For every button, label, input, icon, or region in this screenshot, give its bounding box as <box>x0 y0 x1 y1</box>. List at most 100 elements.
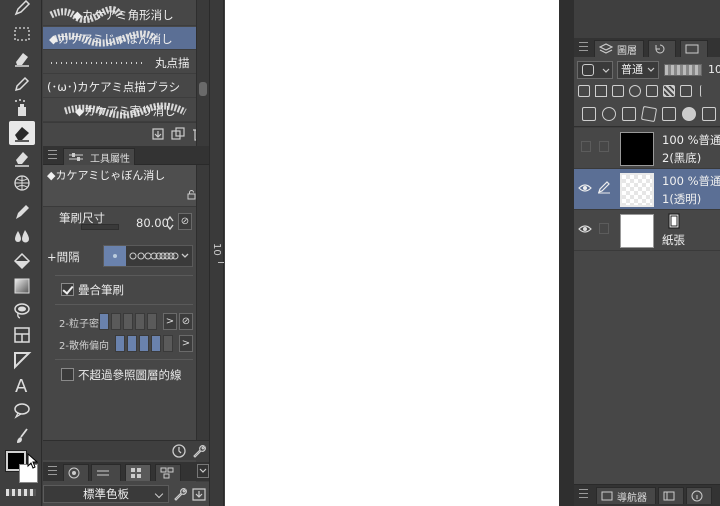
direction-selector[interactable] <box>115 335 179 352</box>
new-raster-layer-icon[interactable] <box>582 107 596 121</box>
lock-icon[interactable] <box>187 190 196 200</box>
balloon-icon[interactable] <box>9 398 35 422</box>
brush-size-stepper[interactable] <box>165 214 175 232</box>
list-item[interactable]: ◆カケアミ角形消し <box>43 3 196 26</box>
ruler-show-icon[interactable] <box>680 85 692 97</box>
list-item[interactable]: ◆カケアミ寄り消し <box>43 99 196 122</box>
canvas-background <box>559 0 574 506</box>
eraser-active-icon[interactable] <box>9 121 35 145</box>
fill-pen-icon[interactable] <box>9 200 35 224</box>
no-cross-ref-label: 不超過參照圖層的線 <box>78 368 182 382</box>
scrollbar-thumb[interactable] <box>199 82 207 96</box>
new-folder-icon[interactable] <box>622 107 636 121</box>
menu-icon[interactable] <box>579 42 588 51</box>
lock-alpha-icon[interactable] <box>646 85 658 97</box>
tab-color-set[interactable] <box>125 464 151 481</box>
density-next-button[interactable]: > <box>163 313 177 330</box>
menu-icon[interactable] <box>579 489 588 498</box>
overlap-checkbox[interactable] <box>61 283 74 296</box>
pen-icon[interactable] <box>9 0 35 20</box>
ruler-icon[interactable] <box>9 348 35 372</box>
tab-sub-view[interactable] <box>658 487 684 504</box>
new-vector-layer-icon[interactable] <box>602 107 616 121</box>
frame-icon[interactable] <box>9 323 35 347</box>
download-icon[interactable] <box>192 486 206 502</box>
marquee-icon[interactable] <box>9 22 35 46</box>
eye-icon[interactable] <box>578 224 592 234</box>
bucket-icon[interactable] <box>9 249 35 273</box>
delete-layer-icon[interactable] <box>702 107 716 121</box>
tab-history[interactable] <box>648 40 676 57</box>
tab-layer[interactable]: 圖層 <box>594 40 644 57</box>
edit-toggle[interactable] <box>599 223 609 234</box>
edit-toggle[interactable] <box>599 141 609 152</box>
drops-icon[interactable] <box>9 224 35 248</box>
tool-property-scrollbar[interactable] <box>196 165 209 460</box>
layer-row[interactable]: 100 %普通 2(黑底) <box>574 128 720 169</box>
material-icon <box>685 44 699 54</box>
spray-icon[interactable] <box>9 96 35 120</box>
density-selector[interactable] <box>99 313 163 330</box>
layer-row[interactable]: 紙張 <box>574 210 720 251</box>
pressure-toggle-button[interactable]: ⊘ <box>178 213 192 230</box>
tab-info[interactable] <box>686 487 712 504</box>
density-toggle-button[interactable]: ⊘ <box>179 313 193 330</box>
menu-icon[interactable] <box>48 466 57 475</box>
interval-selector[interactable] <box>103 245 193 267</box>
blend-mode-select[interactable]: 普通 <box>617 61 659 79</box>
list-item[interactable]: 丸点描 <box>43 51 196 74</box>
tab-navigator[interactable]: 導航器 <box>596 487 656 504</box>
layer-opacity-mode: 100 %普通 <box>662 174 720 188</box>
eraser-icon-2[interactable] <box>9 146 35 170</box>
pencil-icon[interactable] <box>9 72 35 96</box>
mask-enable-icon[interactable] <box>663 85 675 97</box>
duplicate-icon[interactable] <box>171 127 185 141</box>
palette-menu-chevron-icon[interactable] <box>197 464 209 478</box>
tab-color-slider[interactable] <box>91 464 121 481</box>
list-item-label: ◆カケアミ角形消し <box>73 8 174 22</box>
info-icon <box>691 490 703 502</box>
tab-color-wheel[interactable] <box>63 464 89 481</box>
more-icon[interactable] <box>700 85 712 97</box>
layer-color-toggle[interactable] <box>577 61 613 79</box>
brush-detail-icon[interactable] <box>171 443 187 459</box>
list-item[interactable]: (･ω･)カケアミ点描ブラシ <box>43 75 196 98</box>
transfer-down-icon[interactable] <box>640 105 658 123</box>
tab-material[interactable] <box>680 40 708 57</box>
pen-edit-icon[interactable] <box>597 180 611 194</box>
menu-icon[interactable] <box>48 150 57 159</box>
layer-mask-icon[interactable] <box>682 107 696 121</box>
gradient-icon[interactable] <box>9 274 35 298</box>
list-item[interactable]: ◆カケアミじゃぼん消し <box>43 27 196 50</box>
visibility-toggle[interactable] <box>581 141 591 152</box>
brush-size-value[interactable]: 80.00 <box>136 216 169 230</box>
clip-layer-icon[interactable] <box>578 85 590 97</box>
direction-next-button[interactable]: > <box>179 335 193 352</box>
opacity-value[interactable]: 10 <box>708 63 720 76</box>
lock-layer-icon[interactable] <box>629 85 641 97</box>
mesh-icon[interactable] <box>9 171 35 195</box>
wrench-icon[interactable] <box>191 443 207 459</box>
palette-select[interactable]: 標準色板 <box>43 485 169 503</box>
chevron-down-icon[interactable] <box>181 253 189 259</box>
tab-tool-property[interactable]: 工具屬性 <box>63 148 135 165</box>
opacity-slider[interactable] <box>664 64 702 76</box>
download-icon[interactable] <box>151 127 165 141</box>
eye-icon[interactable] <box>578 183 592 193</box>
drawing-canvas[interactable] <box>225 0 559 506</box>
transparent-swatch[interactable] <box>6 489 36 496</box>
layer-row[interactable]: 100 %普通 1(透明) <box>574 169 720 210</box>
reference-layer-icon[interactable] <box>595 85 607 97</box>
no-cross-ref-checkbox[interactable] <box>61 368 74 381</box>
sub-tool-scrollbar[interactable] <box>196 0 209 146</box>
brush-icon[interactable] <box>9 424 35 448</box>
draft-layer-icon[interactable] <box>612 85 624 97</box>
lasso-icon[interactable] <box>9 298 35 322</box>
layer-name: 1(透明) <box>662 192 702 206</box>
eraser-icon[interactable] <box>9 47 35 71</box>
merge-down-icon[interactable] <box>662 107 676 121</box>
tab-intermediate-color[interactable] <box>155 464 181 481</box>
wrench-icon[interactable] <box>172 486 188 502</box>
brush-size-slider[interactable] <box>81 224 119 230</box>
text-icon[interactable]: A <box>9 373 35 397</box>
